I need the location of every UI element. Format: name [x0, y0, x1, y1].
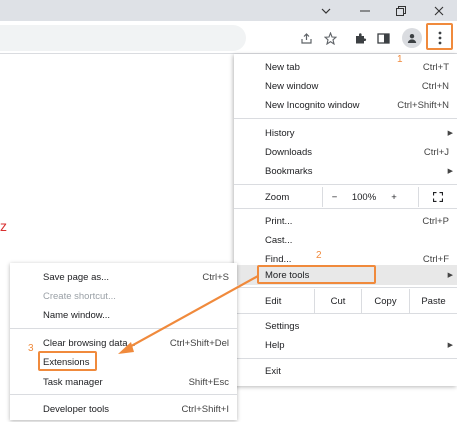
menu-item-help[interactable]: Help ▶: [234, 335, 457, 355]
chrome-main-menu: 1 New tab Ctrl+T New window Ctrl+N New I…: [234, 54, 457, 386]
menu-item-label: Developer tools: [43, 403, 110, 415]
restore-icon[interactable]: [383, 0, 419, 21]
menu-item-shortcut: Ctrl+Shift+N: [397, 99, 449, 111]
menu-item-new-tab[interactable]: New tab Ctrl+T: [234, 57, 457, 77]
menu-item-shortcut: Ctrl+P: [422, 215, 449, 227]
menu-item-label: New tab: [265, 61, 300, 73]
zoom-level-value: 100%: [351, 191, 377, 203]
cut-button[interactable]: Cut: [314, 289, 361, 313]
fullscreen-icon[interactable]: [418, 187, 457, 207]
edit-label: Edit: [265, 295, 282, 307]
menu-divider: [10, 328, 237, 329]
copy-button[interactable]: Copy: [361, 289, 409, 313]
menu-item-downloads[interactable]: Downloads Ctrl+J: [234, 142, 457, 162]
zoom-label: Zoom: [265, 191, 290, 203]
menu-divider: [234, 313, 457, 314]
menu-divider: [234, 118, 457, 119]
page-content-fragment: z: [0, 218, 7, 234]
menu-item-cast[interactable]: Cast...: [234, 230, 457, 250]
menu-item-new-incognito-window[interactable]: New Incognito window Ctrl+Shift+N: [234, 95, 457, 115]
menu-item-label: New window: [265, 80, 319, 92]
menu-item-edit: Edit Cut Copy Paste: [234, 289, 457, 313]
menu-item-label: Clear browsing data...: [43, 337, 136, 349]
menu-item-shortcut: Ctrl+F: [422, 253, 449, 265]
more-tools-highlight-box: [257, 265, 376, 284]
submenu-item-clear-browsing-data[interactable]: Clear browsing data... Ctrl+Shift+Del: [10, 333, 237, 353]
submenu-item-create-shortcut: Create shortcut...: [10, 286, 237, 306]
menu-item-shortcut: Ctrl+N: [421, 80, 449, 92]
menu-divider: [234, 287, 457, 288]
toolbar: [0, 21, 457, 54]
menu-item-label: Name window...: [43, 309, 111, 321]
menu-item-label: Cast...: [265, 234, 293, 246]
menu-item-label: Create shortcut...: [43, 290, 116, 302]
menu-item-zoom: Zoom − 100% +: [234, 187, 457, 207]
menu-item-label: New Incognito window: [265, 99, 360, 111]
menu-item-print[interactable]: Print... Ctrl+P: [234, 211, 457, 231]
menu-item-new-window[interactable]: New window Ctrl+N: [234, 76, 457, 96]
menu-item-shortcut: Ctrl+J: [423, 146, 449, 158]
menu-divider: [10, 394, 237, 395]
menu-item-label: History: [265, 127, 295, 139]
submenu-arrow-icon: ▶: [447, 130, 453, 137]
paste-button[interactable]: Paste: [409, 289, 457, 313]
menu-item-shortcut: Ctrl+Shift+I: [181, 403, 229, 415]
menu-divider: [234, 208, 457, 209]
zoom-in-button[interactable]: +: [382, 187, 406, 207]
more-tools-submenu: Save page as... Ctrl+S Create shortcut..…: [10, 263, 237, 420]
menu-item-shortcut: Ctrl+S: [202, 271, 229, 283]
tab-search-icon[interactable]: [308, 0, 344, 21]
submenu-arrow-icon: ▶: [447, 272, 453, 279]
extensions-puzzle-icon[interactable]: [350, 28, 370, 48]
menu-item-label: Task manager: [43, 376, 103, 388]
menu-item-exit[interactable]: Exit: [234, 361, 457, 381]
kebab-highlight-box: [426, 23, 453, 50]
zoom-out-button[interactable]: −: [322, 187, 346, 207]
menu-item-label: Print...: [265, 215, 293, 227]
menu-item-settings[interactable]: Settings: [234, 316, 457, 336]
menu-item-label: Exit: [265, 365, 281, 377]
menu-item-label: Settings: [265, 320, 300, 332]
share-icon[interactable]: [296, 28, 316, 48]
star-icon[interactable]: [320, 28, 340, 48]
menu-item-bookmarks[interactable]: Bookmarks ▶: [234, 161, 457, 181]
submenu-arrow-icon: ▶: [447, 342, 453, 349]
menu-item-label: Save page as...: [43, 271, 110, 283]
step-badge-2: 2: [316, 250, 322, 261]
menu-item-label: Bookmarks: [265, 165, 313, 177]
submenu-item-task-manager[interactable]: Task manager Shift+Esc: [10, 372, 237, 392]
menu-item-label: Help: [265, 339, 285, 351]
menu-item-label: Downloads: [265, 146, 312, 158]
menu-divider: [234, 184, 457, 185]
menu-divider: [234, 358, 457, 359]
submenu-arrow-icon: ▶: [447, 168, 453, 175]
submenu-item-save-page[interactable]: Save page as... Ctrl+S: [10, 267, 237, 287]
menu-item-shortcut: Ctrl+Shift+Del: [169, 337, 229, 349]
extensions-highlight-box: [38, 351, 97, 371]
menu-item-shortcut: Shift+Esc: [188, 376, 229, 388]
close-icon[interactable]: [421, 0, 457, 21]
menu-item-history[interactable]: History ▶: [234, 123, 457, 143]
minimize-icon[interactable]: [347, 0, 383, 21]
submenu-item-developer-tools[interactable]: Developer tools Ctrl+Shift+I: [10, 399, 237, 419]
address-bar[interactable]: [0, 25, 246, 51]
profile-icon[interactable]: [402, 28, 422, 48]
side-panel-icon[interactable]: [373, 28, 393, 48]
submenu-item-name-window[interactable]: Name window...: [10, 305, 237, 325]
title-bar: [0, 0, 457, 21]
menu-item-label: Find...: [265, 253, 292, 265]
menu-item-shortcut: Ctrl+T: [422, 61, 449, 73]
